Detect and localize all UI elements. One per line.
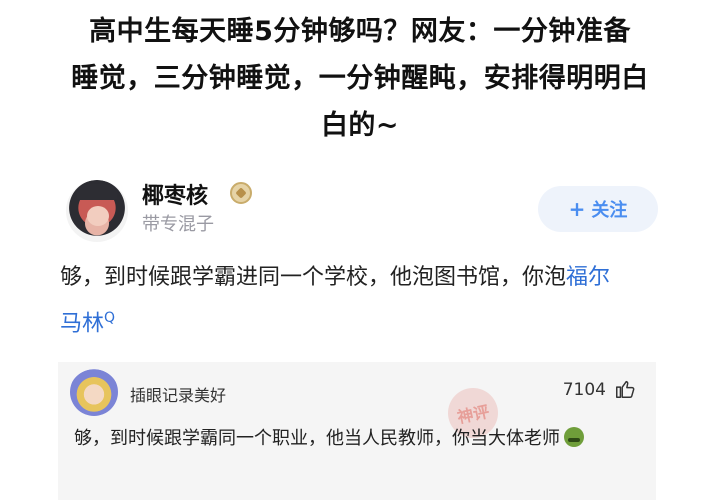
- avatar[interactable]: [66, 180, 128, 242]
- follow-label: 关注: [591, 200, 628, 221]
- comment-username[interactable]: 插眼记录美好: [130, 382, 226, 406]
- user-subtitle: 带专混子: [142, 214, 214, 235]
- headline-line-2: 睡觉，三分钟睡觉，一分钟醒盹，安排得明明白: [71, 63, 649, 94]
- headline-line-1: 高中生每天睡5分钟够吗？网友：一分钟准备: [89, 16, 631, 47]
- answer-body: 够，到时候跟学霸进同一个学校，他泡图书馆，你泡: [60, 265, 567, 290]
- like-count: 7104: [562, 380, 606, 400]
- comment-body: 够，到时候跟学霸同一个职业，他当人民教师，你当大体老师: [74, 428, 560, 449]
- verified-badge-icon: [230, 182, 252, 204]
- comment-avatar[interactable]: [70, 368, 118, 416]
- headline: 高中生每天睡5分钟够吗？网友：一分钟准备 睡觉，三分钟睡觉，一分钟醒盹，安排得明…: [0, 8, 720, 149]
- comment-text: 够，到时候跟学霸同一个职业，他当人民教师，你当大体老师: [74, 422, 634, 456]
- avatar-hat: [76, 184, 118, 200]
- sick-face-emoji-icon: [564, 427, 584, 447]
- answer-text: 够，到时候跟学霸进同一个学校，他泡图书馆，你泡福尔马林Q: [60, 258, 620, 344]
- search-icon[interactable]: Q: [104, 310, 115, 326]
- username[interactable]: 椰枣核: [142, 178, 208, 210]
- thumbs-up-icon[interactable]: [614, 378, 636, 400]
- headline-line-3: 白的~: [320, 110, 400, 141]
- follow-button[interactable]: + 关注: [538, 186, 658, 232]
- comment-box: 插眼记录美好 神评 7104 够，到时候跟学霸同一个职业，他当人民教师，你当大体…: [58, 362, 656, 500]
- avatar-face: [87, 206, 109, 226]
- plus-icon: +: [568, 197, 586, 221]
